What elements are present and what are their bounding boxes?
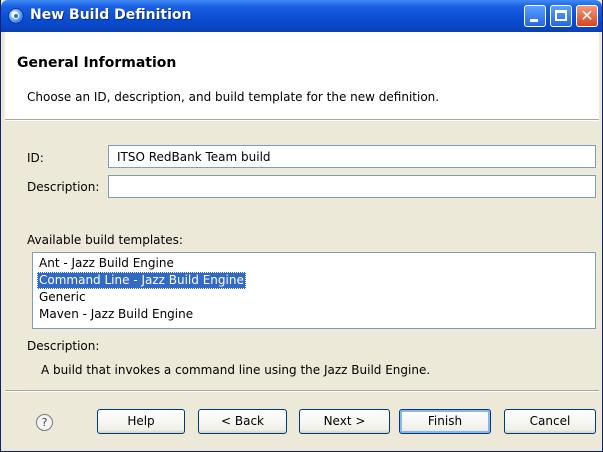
- header-divider: [5, 119, 599, 121]
- footer-divider: [5, 390, 599, 392]
- id-label: ID:: [27, 151, 44, 165]
- list-item-generic[interactable]: Generic: [37, 289, 88, 306]
- close-button[interactable]: ✕: [576, 5, 598, 27]
- template-description-text: A build that invokes a command line usin…: [41, 363, 431, 377]
- title-bar[interactable]: New Build Definition ✕: [1, 0, 602, 32]
- close-icon: ✕: [580, 6, 594, 25]
- question-mark-icon[interactable]: ?: [36, 414, 53, 431]
- list-item-maven[interactable]: Maven - Jazz Build Engine: [37, 306, 195, 323]
- wizard-header: [5, 32, 599, 119]
- list-item-command-line[interactable]: Command Line - Jazz Build Engine: [37, 272, 246, 289]
- description-field[interactable]: [108, 175, 596, 198]
- finish-button[interactable]: Finish: [399, 409, 491, 434]
- back-button[interactable]: < Back: [198, 409, 287, 434]
- build-templates-list[interactable]: Ant - Jazz Build Engine Command Line - J…: [32, 252, 596, 329]
- new-build-definition-dialog: New Build Definition ✕ General Informati…: [0, 0, 603, 452]
- cancel-button[interactable]: Cancel: [504, 409, 596, 434]
- page-title: General Information: [17, 55, 177, 71]
- app-icon: [8, 8, 24, 24]
- minimize-icon: [530, 19, 538, 22]
- next-button[interactable]: Next >: [299, 409, 390, 434]
- description-label: Description:: [27, 180, 100, 194]
- help-button[interactable]: Help: [97, 409, 185, 434]
- page-description: Choose an ID, description, and build tem…: [27, 90, 440, 104]
- window-title: New Build Definition: [30, 7, 192, 23]
- minimize-button[interactable]: [524, 5, 546, 27]
- maximize-icon: [555, 10, 567, 21]
- id-field[interactable]: ITSO RedBank Team build: [108, 145, 596, 168]
- template-description-label: Description:: [27, 339, 100, 353]
- templates-label: Available build templates:: [27, 233, 183, 247]
- maximize-button[interactable]: [550, 5, 572, 27]
- list-item-ant[interactable]: Ant - Jazz Build Engine: [37, 255, 176, 272]
